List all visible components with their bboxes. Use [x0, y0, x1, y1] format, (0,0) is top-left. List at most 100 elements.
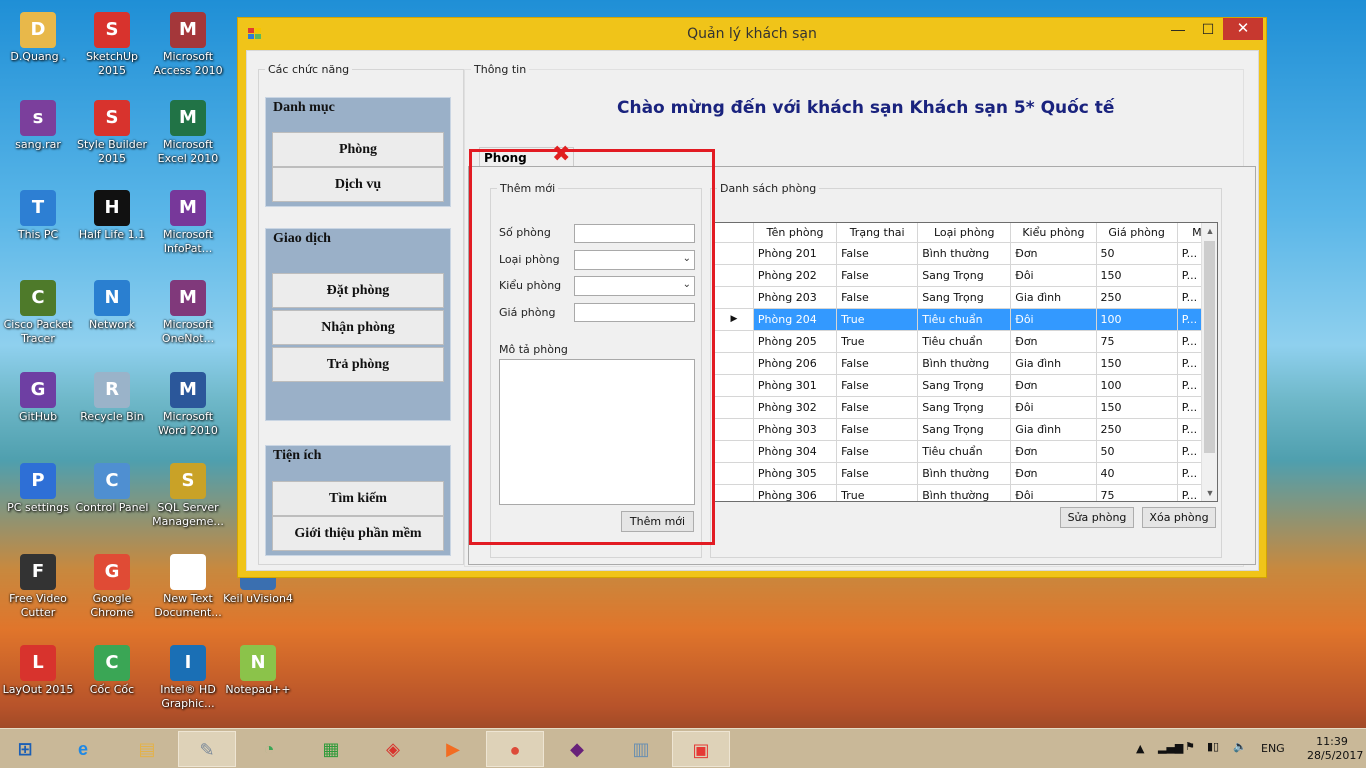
- table-cell[interactable]: 150: [1096, 352, 1178, 375]
- table-cell[interactable]: 50: [1096, 440, 1178, 463]
- maximize-button[interactable]: ☐: [1193, 18, 1223, 40]
- table-cell[interactable]: Phòng 204: [753, 308, 838, 331]
- row-header[interactable]: [715, 462, 754, 485]
- table-cell[interactable]: Tiêu chuẩn: [917, 308, 1012, 331]
- table-cell[interactable]: Phòng 302: [753, 396, 838, 419]
- table-cell[interactable]: 250: [1096, 286, 1178, 309]
- table-cell[interactable]: 50: [1096, 242, 1178, 265]
- close-button[interactable]: ✕: [1223, 18, 1263, 40]
- table-cell[interactable]: Đơn: [1010, 374, 1097, 397]
- visual-studio-icon[interactable]: ◆: [548, 731, 606, 767]
- table-row[interactable]: Phòng 306 True Bình thường Đôi 75 P...: [715, 484, 1217, 501]
- scroll-up-icon[interactable]: ▲: [1202, 223, 1217, 239]
- table-cell[interactable]: Phòng 301: [753, 374, 838, 397]
- minimize-button[interactable]: —: [1163, 18, 1193, 40]
- table-cell[interactable]: Phòng 305: [753, 462, 838, 485]
- table-cell[interactable]: Bình thường: [917, 484, 1012, 501]
- table-cell[interactable]: False: [836, 418, 919, 441]
- table-cell[interactable]: False: [836, 352, 919, 375]
- column-header[interactable]: Giá phòng: [1096, 223, 1178, 243]
- scroll-down-icon[interactable]: ▼: [1202, 485, 1217, 501]
- table-cell[interactable]: Phòng 304: [753, 440, 838, 463]
- row-header[interactable]: [715, 440, 754, 463]
- table-cell[interactable]: Phòng 303: [753, 418, 838, 441]
- start-icon[interactable]: ⊞: [0, 731, 50, 767]
- paint-icon[interactable]: ✎: [178, 731, 236, 767]
- table-cell[interactable]: Gia đình: [1010, 418, 1097, 441]
- table-row[interactable]: Phòng 303 False Sang Trọng Gia đình 250 P...: [715, 418, 1217, 441]
- desktop-icon-network[interactable]: N Network: [74, 280, 150, 332]
- table-cell[interactable]: Sang Trọng: [917, 396, 1012, 419]
- column-header[interactable]: Loại phòng: [917, 223, 1012, 243]
- table-cell[interactable]: Đơn: [1010, 462, 1097, 485]
- desktop-icon-infopath[interactable]: M Microsoft InfoPat...: [150, 190, 226, 256]
- table-cell[interactable]: Phòng 202: [753, 264, 838, 287]
- table-cell[interactable]: Bình thường: [917, 462, 1012, 485]
- table-cell[interactable]: Phòng 205: [753, 330, 838, 353]
- row-header[interactable]: [715, 396, 754, 419]
- table-cell[interactable]: True: [836, 308, 919, 331]
- table-row[interactable]: Phòng 301 False Sang Trọng Đơn 100 P...: [715, 374, 1217, 397]
- desktop-icon-gear[interactable]: P PC settings: [0, 463, 76, 515]
- coccoc-icon[interactable]: ◔: [240, 731, 298, 767]
- table-row[interactable]: ▶ Phòng 204 True Tiêu chuẩn Đôi 100 P...: [715, 308, 1217, 331]
- desktop-icon-winrar[interactable]: s sang.rar: [0, 100, 76, 152]
- row-header[interactable]: [715, 352, 754, 375]
- table-cell[interactable]: 75: [1096, 330, 1178, 353]
- table-cell[interactable]: Phòng 206: [753, 352, 838, 375]
- phong-button[interactable]: Phòng: [272, 132, 444, 167]
- table-cell[interactable]: Bình thường: [917, 352, 1012, 375]
- internet-explorer-icon[interactable]: e: [54, 731, 112, 767]
- desktop-icon-control-panel[interactable]: C Control Panel: [74, 463, 150, 515]
- grid-scrollbar[interactable]: ▲ ▼: [1201, 223, 1217, 501]
- rooms-grid[interactable]: Tên phòng Trạng thai Loại phòng Kiểu phòng G…: [714, 222, 1218, 502]
- desktop-icon-video-cutter[interactable]: F Free Video Cutter: [0, 554, 76, 620]
- desktop-icon-onenote[interactable]: M Microsoft OneNot...: [150, 280, 226, 346]
- store-icon[interactable]: ▦: [302, 731, 360, 767]
- sketchup-icon[interactable]: ◈: [364, 731, 422, 767]
- file-explorer-icon[interactable]: ▤: [118, 731, 176, 767]
- desktop-icon-chrome[interactable]: G Google Chrome: [74, 554, 150, 620]
- table-cell[interactable]: Gia đình: [1010, 286, 1097, 309]
- desktop-icon-github[interactable]: G GitHub: [0, 372, 76, 424]
- table-cell[interactable]: 150: [1096, 264, 1178, 287]
- table-cell[interactable]: False: [836, 440, 919, 463]
- table-cell[interactable]: False: [836, 264, 919, 287]
- desktop-icon-computer[interactable]: T This PC: [0, 190, 76, 242]
- desktop-icon-layout[interactable]: L LayOut 2015: [0, 645, 76, 697]
- table-cell[interactable]: 40: [1096, 462, 1178, 485]
- xoa-phong-button[interactable]: Xóa phòng: [1142, 507, 1216, 528]
- flag-icon[interactable]: ⚑: [1185, 740, 1195, 768]
- sua-phong-button[interactable]: Sửa phòng: [1060, 507, 1134, 528]
- table-row[interactable]: Phòng 305 False Bình thường Đơn 40 P...: [715, 462, 1217, 485]
- tra-phong-button[interactable]: Trả phòng: [272, 347, 444, 382]
- desktop-icon-access[interactable]: M Microsoft Access 2010: [150, 12, 226, 78]
- table-cell[interactable]: Đôi: [1010, 396, 1097, 419]
- table-cell[interactable]: False: [836, 374, 919, 397]
- table-cell[interactable]: 250: [1096, 418, 1178, 441]
- hotel-app-icon[interactable]: ▣: [672, 731, 730, 767]
- table-cell[interactable]: Đơn: [1010, 330, 1097, 353]
- signal-icon[interactable]: ▂▄▆: [1158, 741, 1183, 768]
- table-cell[interactable]: Gia đình: [1010, 352, 1097, 375]
- table-cell[interactable]: Phòng 306: [753, 484, 838, 501]
- desktop-icon-cisco[interactable]: C Cisco Packet Tracer: [0, 280, 76, 346]
- table-cell[interactable]: Đôi: [1010, 484, 1097, 501]
- desktop-icon-coccoc[interactable]: C Cốc Cốc: [74, 645, 150, 697]
- row-header[interactable]: [715, 418, 754, 441]
- column-header[interactable]: Tên phòng: [753, 223, 838, 243]
- desktop-icon-sql-server[interactable]: S SQL Server Manageme...: [150, 463, 226, 529]
- volume-icon[interactable]: 🔈: [1233, 740, 1247, 768]
- desktop-icon-word[interactable]: M Microsoft Word 2010: [150, 372, 226, 438]
- row-header[interactable]: [715, 484, 754, 501]
- table-cell[interactable]: Sang Trọng: [917, 286, 1012, 309]
- table-cell[interactable]: 100: [1096, 308, 1178, 331]
- table-row[interactable]: Phòng 201 False Bình thường Đơn 50 P...: [715, 242, 1217, 265]
- title-bar[interactable]: Quản lý khách sạn — ☐ ✕: [238, 18, 1266, 50]
- table-cell[interactable]: False: [836, 286, 919, 309]
- desktop-icon-excel[interactable]: M Microsoft Excel 2010: [150, 100, 226, 166]
- table-cell[interactable]: False: [836, 242, 919, 265]
- desktop-icon-intel[interactable]: I Intel® HD Graphic...: [150, 645, 226, 711]
- table-cell[interactable]: Phòng 201: [753, 242, 838, 265]
- row-header[interactable]: [715, 374, 754, 397]
